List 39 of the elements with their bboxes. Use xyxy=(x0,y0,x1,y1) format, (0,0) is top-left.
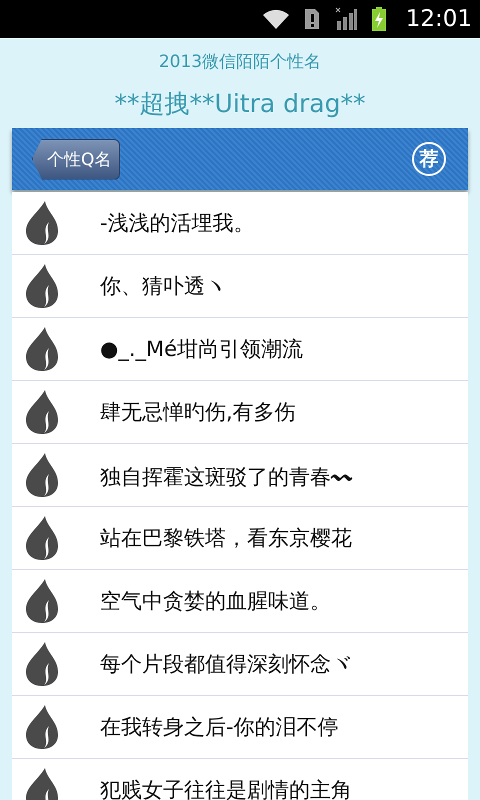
flame-icon xyxy=(25,641,59,687)
name-row[interactable]: 站在巴黎铁塔，看东京樱花 xyxy=(12,507,468,570)
flame-icon xyxy=(25,452,59,498)
flame-icon xyxy=(25,263,59,309)
name-row[interactable]: 你、猜卟透ヽ xyxy=(12,255,468,318)
name-text: ●_._Mé坩尚引领潮流 xyxy=(100,336,304,363)
name-text: 独自挥霍这斑驳了的青春〰 xyxy=(100,464,352,490)
sim-alert-icon xyxy=(304,8,320,30)
name-row[interactable]: 每个片段都值得深刻怀念ヾ xyxy=(12,633,468,696)
name-row[interactable]: 犯贱女子往往是剧情的主角 xyxy=(12,759,468,800)
status-time: 12:01 xyxy=(406,6,472,32)
name-row[interactable]: 空气中贪婪的血腥味道。 xyxy=(12,570,468,633)
recommend-badge[interactable]: 荐 xyxy=(412,142,446,176)
name-row[interactable]: 肆无忌惮旳伤,有多伤 xyxy=(12,381,468,444)
back-button[interactable]: 个性Q名 xyxy=(32,138,120,180)
name-text: 在我转身之后-你的泪不停 xyxy=(100,714,339,741)
flame-icon xyxy=(25,704,59,750)
name-text: -浅浅的活埋我。 xyxy=(100,210,255,237)
name-text: 你、猜卟透ヽ xyxy=(100,273,226,300)
name-text: 空气中贪婪的血腥味道。 xyxy=(100,588,331,615)
page-title: **超拽**Uitra drag** xyxy=(114,88,366,120)
flame-icon xyxy=(25,767,59,800)
name-text: 站在巴黎铁塔，看东京樱花 xyxy=(100,525,352,552)
name-row[interactable]: 在我转身之后-你的泪不停 xyxy=(12,696,468,759)
wifi-icon xyxy=(262,8,290,30)
name-row[interactable]: 独自挥霍这斑驳了的青春〰 xyxy=(12,444,468,507)
name-text: 犯贱女子往往是剧情的主角 xyxy=(100,777,352,800)
page-subtitle: 2013微信陌陌个性名 xyxy=(158,51,322,74)
flame-icon xyxy=(25,326,59,372)
name-text: 每个片段都值得深刻怀念ヾ xyxy=(100,651,352,678)
battery-charging-icon xyxy=(372,7,386,31)
flame-icon xyxy=(25,200,59,246)
flame-icon xyxy=(25,515,59,561)
name-row[interactable]: -浅浅的活埋我。 xyxy=(12,192,468,255)
flame-icon xyxy=(25,389,59,435)
signal-icon xyxy=(334,7,358,31)
flame-icon xyxy=(25,578,59,624)
name-text: 肆无忌惮旳伤,有多伤 xyxy=(100,399,296,426)
name-row[interactable]: ●_._Mé坩尚引领潮流 xyxy=(12,318,468,381)
